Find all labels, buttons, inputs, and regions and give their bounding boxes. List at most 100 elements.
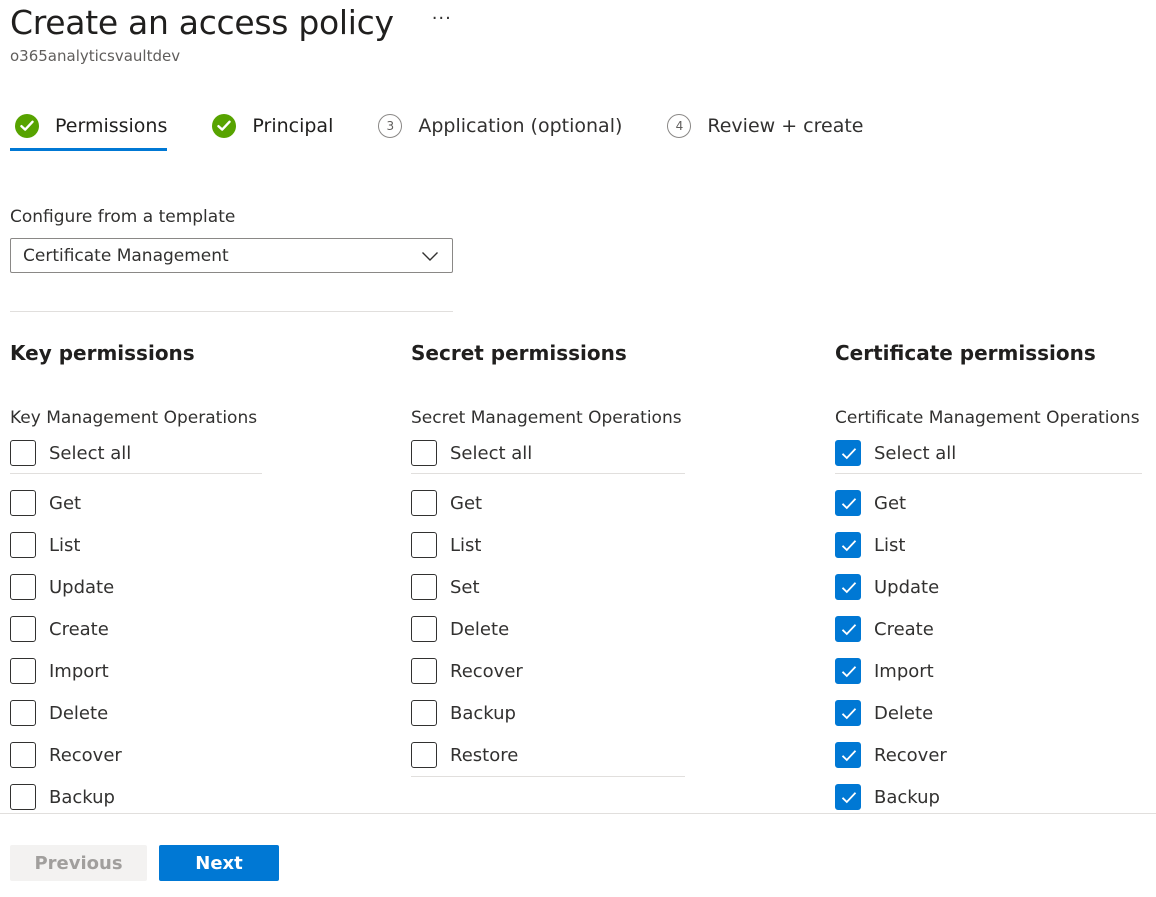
permission-checkbox[interactable]: Update <box>10 566 262 608</box>
check-circle-icon <box>15 114 39 138</box>
checkbox-checked-icon <box>835 490 861 516</box>
permission-checkbox[interactable]: Delete <box>835 692 1142 734</box>
permission-checkbox[interactable]: Import <box>10 650 262 692</box>
permission-checkbox[interactable]: Get <box>411 482 685 524</box>
permission-checkbox[interactable]: Backup <box>411 692 685 734</box>
checkbox-checked-icon <box>835 658 861 684</box>
checkbox-box <box>10 700 36 726</box>
permission-checkbox[interactable]: Recover <box>10 734 262 776</box>
list-divider <box>411 776 685 777</box>
section-heading: Key permissions <box>10 341 195 365</box>
template-label: Configure from a template <box>10 207 236 227</box>
step-principal[interactable]: Principal <box>207 108 333 144</box>
page-header: Create an access policy ··· <box>10 0 452 44</box>
step-permissions[interactable]: Permissions <box>10 108 168 151</box>
permission-checkbox[interactable]: Get <box>835 482 1142 524</box>
key-permissions-section: Key permissions Key Management Operation… <box>10 339 262 818</box>
checkbox-box <box>411 574 437 600</box>
checkbox-label: Backup <box>49 786 115 808</box>
permission-checkbox[interactable]: Recover <box>411 650 685 692</box>
permission-checkbox[interactable]: Restore <box>411 734 685 776</box>
permission-checkbox[interactable]: Delete <box>10 692 262 734</box>
step-label: Review + create <box>707 115 864 137</box>
step-number-badge: 4 <box>667 114 692 138</box>
permission-checkbox[interactable]: Delete <box>411 608 685 650</box>
permission-checkbox[interactable]: List <box>10 524 262 566</box>
checkbox-box <box>411 700 437 726</box>
checkbox-label: Get <box>874 492 907 514</box>
permission-checkbox[interactable]: Set <box>411 566 685 608</box>
page-title: Create an access policy <box>10 2 394 42</box>
section-subheading: Key Management Operations <box>10 408 258 428</box>
permission-checkbox[interactable]: Backup <box>10 776 262 818</box>
secret-permissions-section: Secret permissions Secret Management Ope… <box>411 339 685 777</box>
checkbox-box <box>411 616 437 642</box>
check-circle-icon <box>212 114 237 138</box>
checkbox-box <box>10 658 36 684</box>
checkbox-box <box>10 784 36 810</box>
chevron-down-icon <box>422 251 438 261</box>
checkbox-label: List <box>450 534 482 556</box>
select-all-checkbox[interactable]: Select all <box>835 433 1142 474</box>
template-dropdown-value: Certificate Management <box>23 245 229 266</box>
checkbox-box <box>10 616 36 642</box>
permission-checkbox[interactable]: Recover <box>835 734 1142 776</box>
template-dropdown[interactable]: Certificate Management <box>10 238 453 273</box>
checkbox-label: Import <box>49 660 109 682</box>
wizard-steps: Permissions Principal 3 Application (opt… <box>10 108 904 152</box>
section-subheading: Secret Management Operations <box>411 408 682 428</box>
checkbox-checked-icon <box>835 700 861 726</box>
checkbox-box <box>411 658 437 684</box>
more-options-icon[interactable]: ··· <box>432 8 452 29</box>
checkbox-label: Delete <box>49 702 109 724</box>
step-label: Permissions <box>55 115 168 137</box>
permission-checkbox[interactable]: Import <box>835 650 1142 692</box>
section-heading: Certificate permissions <box>835 341 1096 365</box>
step-application[interactable]: 3 Application (optional) <box>373 108 622 144</box>
checkbox-box <box>411 490 437 516</box>
checkbox-label: Delete <box>450 618 510 640</box>
checkbox-box <box>10 742 36 768</box>
checkbox-checked-icon <box>835 784 861 810</box>
step-label: Principal <box>252 115 334 137</box>
checkbox-checked-icon <box>835 532 861 558</box>
checkbox-box <box>411 440 437 466</box>
checkbox-checked-icon <box>835 616 861 642</box>
checkbox-label: Create <box>49 618 109 640</box>
checkbox-label: Import <box>874 660 934 682</box>
step-number-badge: 3 <box>378 114 403 138</box>
select-all-checkbox[interactable]: Select all <box>10 433 262 474</box>
checkbox-label: Recover <box>450 660 523 682</box>
checkbox-label: Backup <box>450 702 516 724</box>
certificate-permissions-section: Certificate permissions Certificate Mana… <box>835 339 1142 818</box>
permission-checkbox[interactable]: List <box>411 524 685 566</box>
checkbox-label: Select all <box>874 442 957 464</box>
checkbox-box <box>10 532 36 558</box>
checkbox-label: Create <box>874 618 934 640</box>
permission-checkbox[interactable]: Update <box>835 566 1142 608</box>
select-all-checkbox[interactable]: Select all <box>411 433 685 474</box>
permission-checkbox[interactable]: List <box>835 524 1142 566</box>
next-button[interactable]: Next <box>159 845 279 881</box>
checkbox-label: Backup <box>874 786 940 808</box>
checkbox-label: Delete <box>874 702 934 724</box>
checkbox-label: Get <box>450 492 483 514</box>
permission-checkbox[interactable]: Backup <box>835 776 1142 818</box>
step-review-create[interactable]: 4 Review + create <box>662 108 864 144</box>
checkbox-box <box>10 440 36 466</box>
checkbox-label: List <box>874 534 906 556</box>
permission-checkbox[interactable]: Create <box>835 608 1142 650</box>
checkbox-box <box>10 574 36 600</box>
checkbox-label: Update <box>874 576 940 598</box>
checkbox-checked-icon <box>835 574 861 600</box>
permission-checkbox[interactable]: Create <box>10 608 262 650</box>
checkbox-label: Update <box>49 576 115 598</box>
checkbox-label: Restore <box>450 744 519 766</box>
checkbox-label: Recover <box>49 744 122 766</box>
section-heading: Secret permissions <box>411 341 627 365</box>
section-divider <box>10 311 453 312</box>
permission-checkbox[interactable]: Get <box>10 482 262 524</box>
checkbox-label: Select all <box>450 442 533 464</box>
previous-button[interactable]: Previous <box>10 845 147 881</box>
checkbox-box <box>411 742 437 768</box>
